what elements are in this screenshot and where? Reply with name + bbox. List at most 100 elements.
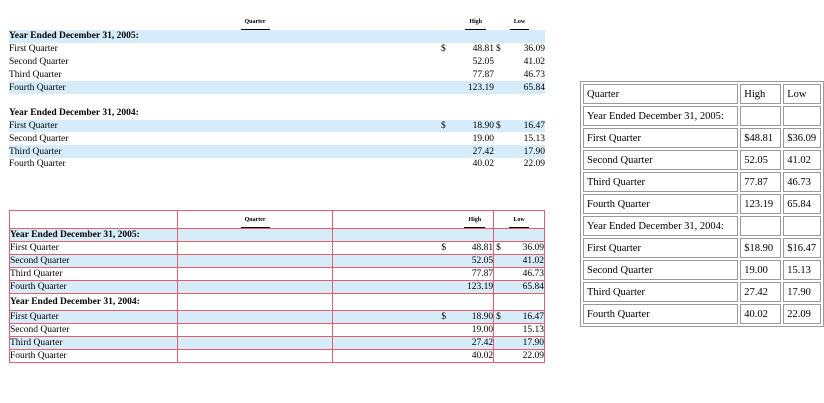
high-cell: 77.87 xyxy=(472,69,494,80)
low-cell: 65.84 xyxy=(493,280,545,294)
section-title: Year Ended December 31, 2004: xyxy=(9,293,178,311)
high-header: High xyxy=(464,214,486,228)
table-row: First Quarter $18.90 $16.47 xyxy=(9,119,545,133)
header-row: Quarter High Low xyxy=(583,84,821,104)
table-row: Second Quarter 19.00 15.13 xyxy=(9,132,545,145)
high-cell: $18.90 xyxy=(333,119,494,133)
high-cell: 77.87 xyxy=(740,172,782,192)
quarter-cell: Fourth Quarter xyxy=(9,349,178,363)
low-cell: 41.02 xyxy=(523,56,545,67)
quarter-cell: Fourth Quarter xyxy=(583,304,739,324)
table-row: Third Quarter 27.42 17.90 xyxy=(583,282,821,302)
high-cell: 52.05 xyxy=(472,56,494,67)
low-cell: 15.13 xyxy=(493,323,545,337)
table-row: Fourth Quarter 123.19 65.84 xyxy=(9,280,545,294)
high-cell: 27.42 xyxy=(332,336,495,350)
low-cell: 15.13 xyxy=(523,133,545,144)
quarter-cell: First Quarter xyxy=(9,44,58,55)
quarter-cell: Second Quarter xyxy=(9,323,178,337)
quarter-cell: Fourth Quarter xyxy=(583,194,739,214)
low-cell: 22.09 xyxy=(493,349,545,363)
quarter-cell: First Quarter xyxy=(583,128,739,148)
table-row: Second Quarter 19.00 15.13 xyxy=(9,323,545,337)
document-image-cell-overlay: Quarter High Low Year Ended December 31,… xyxy=(9,210,545,363)
table-row: Second Quarter 19.00 15.13 xyxy=(583,260,821,280)
quarter-cell: Second Quarter xyxy=(583,260,739,280)
low-header: Low xyxy=(509,16,530,30)
high-cell: 40.02 xyxy=(740,304,782,324)
high-cell: $48.81 xyxy=(740,128,782,148)
high-cell: 123.19 xyxy=(332,280,495,294)
quarter-cell: First Quarter xyxy=(9,119,177,133)
quarter-cell: Third Quarter xyxy=(9,267,178,281)
quarter-cell: Fourth Quarter xyxy=(9,81,177,94)
table-row: Second Quarter 52.05 41.02 xyxy=(9,254,545,268)
low-cell: $16.47 xyxy=(493,310,545,324)
high-cell: 40.02 xyxy=(472,159,494,170)
table-row: Third Quarter 27.42 17.90 xyxy=(9,336,545,350)
quarter-cell: First Quarter xyxy=(583,238,739,258)
table-row: Third Quarter 27.42 17.90 xyxy=(9,145,545,158)
quarter-header: Quarter xyxy=(583,84,739,104)
section-row: Year Ended December 31, 2005: xyxy=(9,30,545,43)
table-row: Fourth Quarter 40.02 22.09 xyxy=(9,349,545,363)
quarter-cell: Third Quarter xyxy=(9,336,178,350)
header-row: Quarter High Low xyxy=(9,12,545,30)
section-title: Year Ended December 31, 2004: xyxy=(9,108,139,119)
low-cell: 65.84 xyxy=(783,194,821,214)
section-row: Year Ended December 31, 2005: xyxy=(583,106,821,126)
quarter-header: Quarter xyxy=(240,16,270,30)
stock-price-table-cells: Quarter High Low Year Ended December 31,… xyxy=(9,210,545,363)
stock-price-table: Quarter High Low Year Ended December 31,… xyxy=(9,12,545,171)
table-row: Third Quarter 77.87 46.73 xyxy=(9,267,545,281)
high-cell: $48.81 xyxy=(441,44,494,55)
table-row: Fourth Quarter 40.02 22.09 xyxy=(9,158,545,171)
plain-table: Quarter High Low Year Ended December 31,… xyxy=(580,81,824,327)
low-cell: 41.02 xyxy=(493,254,545,268)
high-cell: 19.00 xyxy=(740,260,782,280)
high-cell: $18.90 xyxy=(332,310,495,324)
low-cell: 41.02 xyxy=(783,150,821,170)
low-cell: $16.47 xyxy=(494,119,545,133)
low-cell: $16.47 xyxy=(783,238,821,258)
low-cell: 65.84 xyxy=(494,81,545,94)
table-row: Second Quarter 52.05 41.02 xyxy=(9,56,545,69)
section-title: Year Ended December 31, 2005: xyxy=(9,228,178,242)
low-cell: 46.73 xyxy=(493,267,545,281)
high-header: High xyxy=(740,84,782,104)
quarter-cell: Third Quarter xyxy=(583,282,739,302)
low-cell: 15.13 xyxy=(783,260,821,280)
quarter-header: Quarter xyxy=(240,214,270,228)
quarter-cell: Third Quarter xyxy=(9,69,62,80)
quarter-cell: Second Quarter xyxy=(9,254,178,268)
section-row: Year Ended December 31, 2004: xyxy=(9,293,545,311)
low-cell: 17.90 xyxy=(783,282,821,302)
table-row: Third Quarter 77.87 46.73 xyxy=(583,172,821,192)
quarter-cell: First Quarter xyxy=(9,241,178,255)
table-row: First Quarter $48.81 $36.09 xyxy=(583,128,821,148)
header-row: Quarter High Low xyxy=(9,210,545,229)
low-cell: 17.90 xyxy=(494,145,545,158)
table-row: First Quarter $48.81 $36.09 xyxy=(9,241,545,255)
section-title: Year Ended December 31, 2005: xyxy=(583,106,739,126)
low-header: Low xyxy=(509,214,529,228)
quarter-cell: Second Quarter xyxy=(9,56,69,67)
table-row: Fourth Quarter 123.19 65.84 xyxy=(9,81,545,94)
high-cell: 27.42 xyxy=(740,282,782,302)
section-title: Year Ended December 31, 2005: xyxy=(9,30,333,43)
section-row: Year Ended December 31, 2004: xyxy=(9,107,545,120)
high-cell: 40.02 xyxy=(332,349,495,363)
table-row: Fourth Quarter 123.19 65.84 xyxy=(583,194,821,214)
table-row: First Quarter $18.90 $16.47 xyxy=(9,310,545,324)
high-cell: 77.87 xyxy=(332,267,495,281)
low-cell: 46.73 xyxy=(783,172,821,192)
high-cell: 123.19 xyxy=(333,81,494,94)
quarter-cell: Third Quarter xyxy=(9,145,177,158)
high-cell: 52.05 xyxy=(740,150,782,170)
high-header: High xyxy=(465,16,486,30)
section-title: Year Ended December 31, 2004: xyxy=(583,216,739,236)
low-cell: $36.09 xyxy=(493,241,545,255)
low-cell: $36.09 xyxy=(783,128,821,148)
table-row: Third Quarter 77.87 46.73 xyxy=(9,68,545,81)
table-row: Fourth Quarter 40.02 22.09 xyxy=(583,304,821,324)
